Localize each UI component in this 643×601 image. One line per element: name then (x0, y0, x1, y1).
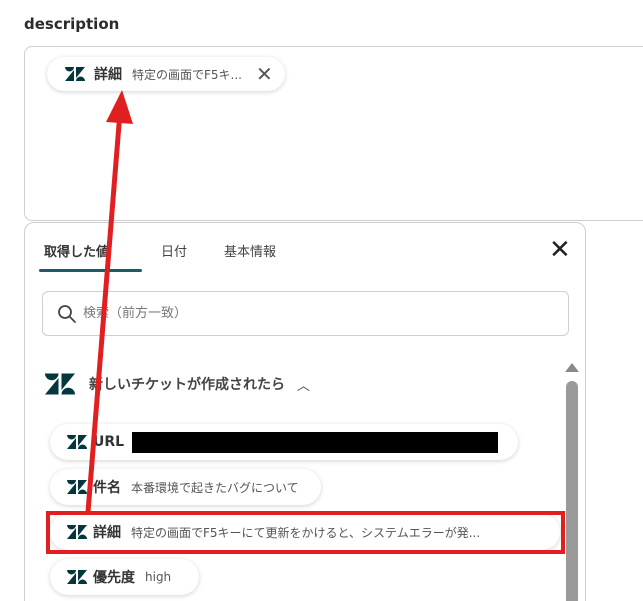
item-label: 優先度 (93, 570, 135, 586)
zendesk-icon (45, 373, 75, 395)
search-box[interactable] (42, 291, 569, 336)
item-label: 件名 (93, 480, 121, 496)
close-picker-icon[interactable]: ✕ (549, 237, 571, 263)
chip-label: 詳細 (94, 67, 122, 83)
tab-retrieved-values[interactable]: 取得した値 (44, 241, 109, 260)
scrollbar-thumb[interactable] (566, 381, 578, 601)
active-tab-indicator (39, 269, 142, 272)
close-icon[interactable]: ✕ (256, 64, 273, 84)
scroll-up-arrow-icon[interactable] (565, 363, 579, 372)
list-item-subject[interactable]: 件名 本番環境で起きたバグについて (50, 469, 321, 505)
trigger-label: 新しいチケットが作成されたら (89, 377, 285, 393)
list-item-priority[interactable]: 優先度 high (50, 559, 200, 595)
search-input[interactable] (83, 306, 503, 321)
picker-tabs: 取得した値 日付 基本情報 (25, 223, 585, 273)
redacted-url-value (132, 431, 499, 453)
description-field[interactable]: 詳細 特定の画面でF5キ... ✕ (24, 46, 643, 221)
zendesk-icon (67, 435, 87, 449)
item-value: high (145, 570, 172, 584)
zendesk-icon (65, 67, 85, 81)
item-label: URL (93, 434, 125, 450)
list-item-url[interactable]: URL (50, 424, 519, 460)
annotation-highlight-box (46, 511, 565, 554)
search-icon (58, 304, 76, 323)
zendesk-icon (67, 480, 87, 494)
scrollbar[interactable] (565, 363, 579, 601)
tab-date[interactable]: 日付 (161, 241, 187, 260)
chip-value: 特定の画面でF5キ... (132, 67, 242, 82)
zendesk-icon (67, 570, 87, 584)
selected-variable-chip[interactable]: 詳細 特定の画面でF5キ... ✕ (47, 57, 285, 91)
tab-basic-info[interactable]: 基本情報 (224, 241, 276, 260)
trigger-section-header[interactable]: 新しいチケットが作成されたら ︿ (45, 373, 310, 395)
chevron-up-icon[interactable]: ︿ (297, 375, 310, 394)
description-label: description (24, 15, 120, 33)
item-value: 本番環境で起きたバグについて (131, 480, 299, 495)
